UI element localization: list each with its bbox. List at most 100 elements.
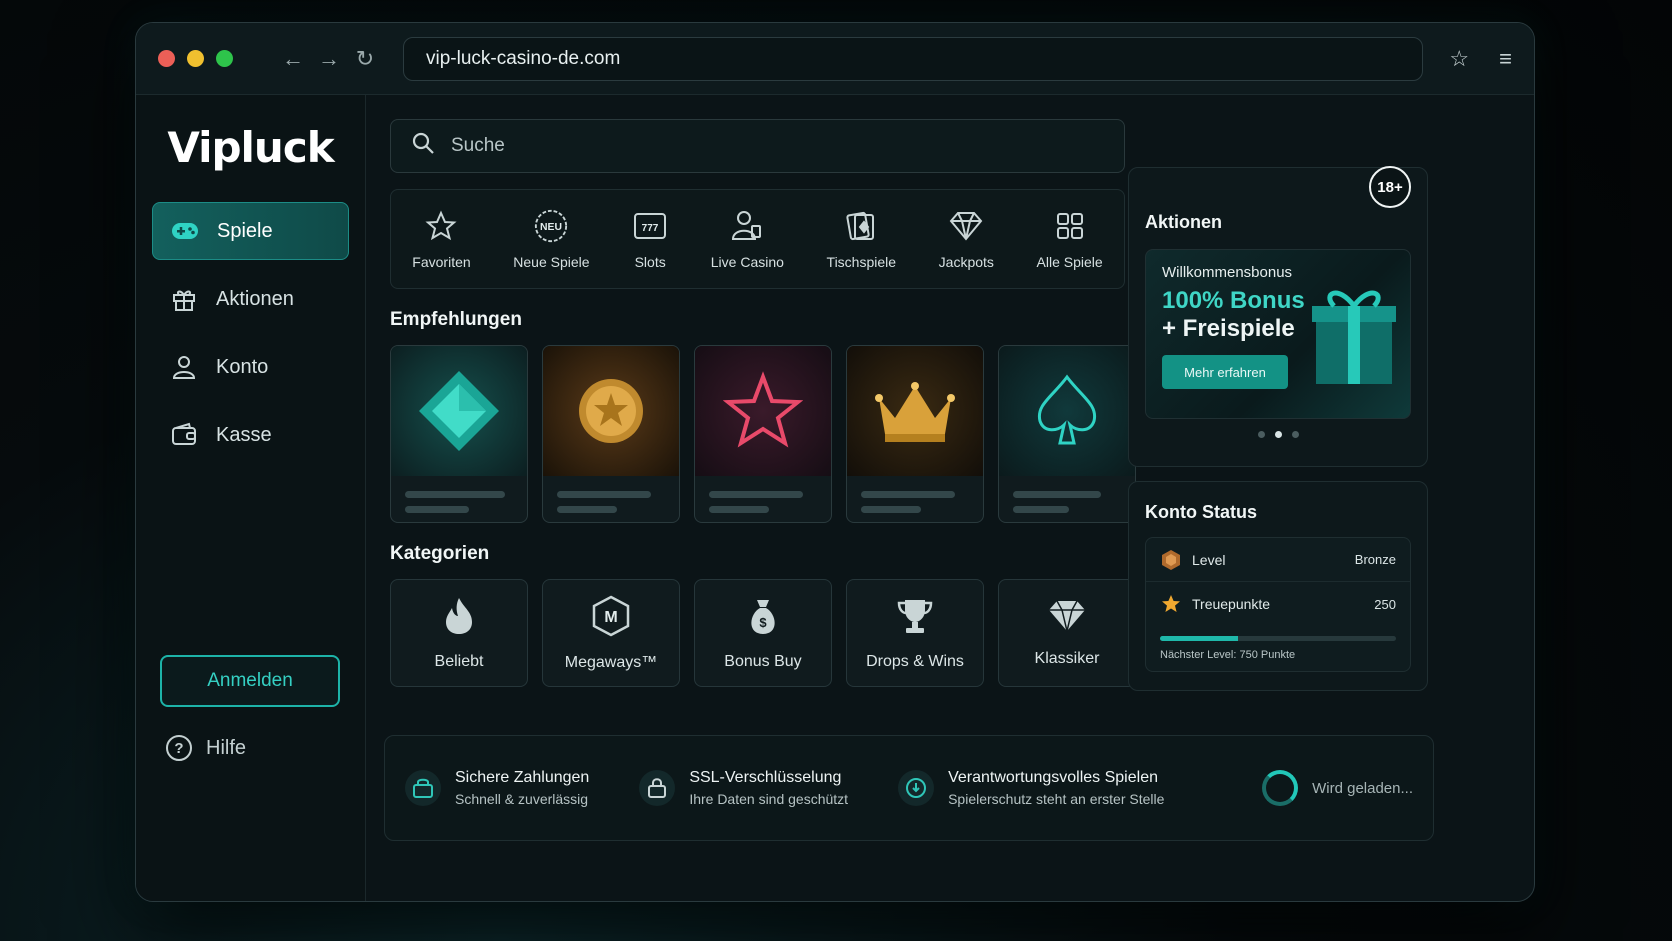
promotions-panel: 18+ Aktionen Willkommensbonus 100% Bonus… (1128, 166, 1428, 467)
gold-crown-art (847, 346, 983, 476)
flame-icon (442, 596, 476, 641)
carousel-indicator (1145, 431, 1411, 438)
tab-label: Favoriten (412, 254, 471, 270)
tab-tischspiele[interactable]: Tischspiele (827, 208, 896, 270)
tab-label: Jackpots (938, 254, 994, 270)
account-status-title: Konto Status (1145, 502, 1257, 522)
minimize-window-button[interactable] (187, 50, 204, 67)
category-megaways[interactable]: M Megaways™ (542, 579, 680, 687)
placeholder-line (861, 491, 955, 498)
bronze-medal-icon (1160, 549, 1182, 571)
teal-gem-art (391, 346, 527, 476)
account-status-panel: Konto Status Level Bronze Treuepunkte 25… (1128, 481, 1428, 691)
neu-badge-icon: NEU (533, 208, 569, 244)
sidebar-item-label: Spiele (217, 219, 273, 242)
promotions-title: Aktionen (1145, 212, 1223, 232)
sidebar-item-konto[interactable]: Konto (152, 338, 349, 396)
feature-ssl: SSL-Verschlüsselung Ihre Daten sind gesc… (639, 769, 848, 807)
svg-text:777: 777 (642, 223, 659, 234)
points-value: 250 (1374, 596, 1396, 612)
placeholder-line (709, 506, 769, 513)
placeholder-line (405, 506, 469, 513)
address-bar[interactable]: vip-luck-casino-de.com (403, 36, 1423, 81)
category-bonus-buy[interactable]: $ Bonus Buy (694, 579, 832, 687)
category-label: Beliebt (434, 652, 484, 670)
placeholder-line (709, 491, 803, 498)
category-label: Klassiker (1034, 649, 1100, 667)
carousel-dot[interactable] (1291, 431, 1299, 438)
sidebar-item-spiele[interactable]: Spiele (152, 202, 349, 260)
spade-art (999, 346, 1135, 476)
age-restriction-badge: 18+ (1369, 166, 1411, 208)
gold-coin-art (543, 346, 679, 476)
secure-payment-icon (405, 770, 441, 806)
help-label: Hilfe (206, 736, 247, 759)
sidebar-item-aktionen[interactable]: Aktionen (152, 270, 349, 328)
user-icon (170, 353, 198, 381)
learn-more-button[interactable]: Mehr erfahren (1162, 355, 1288, 389)
placeholder-line (557, 491, 651, 498)
category-label: Drops & Wins (866, 652, 964, 670)
dealer-icon (729, 208, 765, 244)
game-card[interactable] (390, 345, 528, 523)
back-arrow-icon[interactable]: ← (275, 46, 311, 72)
loading-indicator: Wird geladen... (1262, 770, 1413, 806)
tab-alle-spiele[interactable]: Alle Spiele (1037, 208, 1103, 270)
maximize-window-button[interactable] (216, 50, 233, 67)
feature-responsible-gaming: Verantwortungsvolles Spielen Spielerschu… (898, 769, 1164, 807)
browser-chrome: ← → ↻ vip-luck-casino-de.com ☆ ≡ (136, 23, 1534, 95)
game-card[interactable] (846, 345, 984, 523)
promo-card[interactable]: Willkommensbonus 100% Bonus + Freispiele… (1145, 249, 1411, 419)
tab-label: Neue Spiele (513, 254, 590, 270)
help-link[interactable]: ? Hilfe (166, 735, 246, 761)
search-icon (411, 131, 435, 161)
next-level-text: Nächster Level: 750 Punkte (1160, 649, 1296, 661)
search-field[interactable]: Suche (390, 119, 1125, 173)
spinner-icon (1262, 770, 1299, 806)
category-bar: Favoriten NEU Neue Spiele 777 Slots Live… (390, 189, 1125, 289)
tab-favoriten[interactable]: Favoriten (412, 208, 471, 270)
game-card[interactable] (998, 345, 1136, 523)
tab-neue-spiele[interactable]: NEU Neue Spiele (513, 208, 590, 270)
sidebar-item-label: Kasse (216, 423, 272, 446)
reload-icon[interactable]: ↻ (347, 46, 383, 72)
trust-bar: Sichere Zahlungen Schnell & zuverlässig … (384, 735, 1434, 841)
login-button[interactable]: Anmelden (160, 655, 340, 707)
level-label: Level (1192, 551, 1226, 568)
level-value: Bronze (1354, 552, 1396, 567)
level-row: Level Bronze (1146, 538, 1410, 582)
cards-icon (843, 208, 879, 244)
game-card[interactable] (694, 345, 832, 523)
feature-secure-payments: Sichere Zahlungen Schnell & zuverlässig (405, 769, 589, 807)
trophy-icon (895, 596, 935, 641)
category-beliebt[interactable]: Beliebt (390, 579, 528, 687)
carousel-dot[interactable] (1257, 431, 1265, 438)
menu-icon[interactable]: ≡ (1499, 46, 1512, 72)
feature-subtitle: Spielerschutz steht an erster Stelle (948, 791, 1165, 807)
tab-label: Live Casino (710, 254, 784, 270)
svg-text:NEU: NEU (540, 222, 562, 233)
main-content: Suche Favoriten NEU Neue Spiele 777 Slot… (366, 95, 1534, 901)
close-window-button[interactable] (158, 50, 175, 67)
carousel-dot-active[interactable] (1274, 431, 1282, 438)
help-icon: ? (166, 735, 192, 761)
account-status-card: Level Bronze Treuepunkte 250 Nächster Le… (1145, 537, 1411, 672)
feature-title: Sichere Zahlungen (455, 769, 590, 786)
category-drops-wins[interactable]: Drops & Wins (846, 579, 984, 687)
right-panel: 18+ Aktionen Willkommensbonus 100% Bonus… (1128, 166, 1428, 691)
sidebar-item-kasse[interactable]: Kasse (152, 406, 349, 464)
category-klassiker[interactable]: Klassiker (998, 579, 1136, 687)
svg-text:$: $ (759, 615, 767, 630)
tab-slots[interactable]: 777 Slots (632, 208, 668, 270)
feature-title: SSL-Verschlüsselung (689, 769, 842, 786)
tab-live-casino[interactable]: Live Casino (711, 208, 784, 270)
tab-jackpots[interactable]: Jackpots (939, 208, 994, 270)
category-label: Bonus Buy (724, 652, 802, 670)
bookmark-star-icon[interactable]: ☆ (1449, 46, 1469, 72)
placeholder-line (557, 506, 617, 513)
diamond-icon (948, 208, 984, 244)
logo: Vipluck (167, 123, 334, 172)
sidebar-item-label: Aktionen (216, 287, 294, 310)
forward-arrow-icon[interactable]: → (311, 46, 347, 72)
game-card[interactable] (542, 345, 680, 523)
